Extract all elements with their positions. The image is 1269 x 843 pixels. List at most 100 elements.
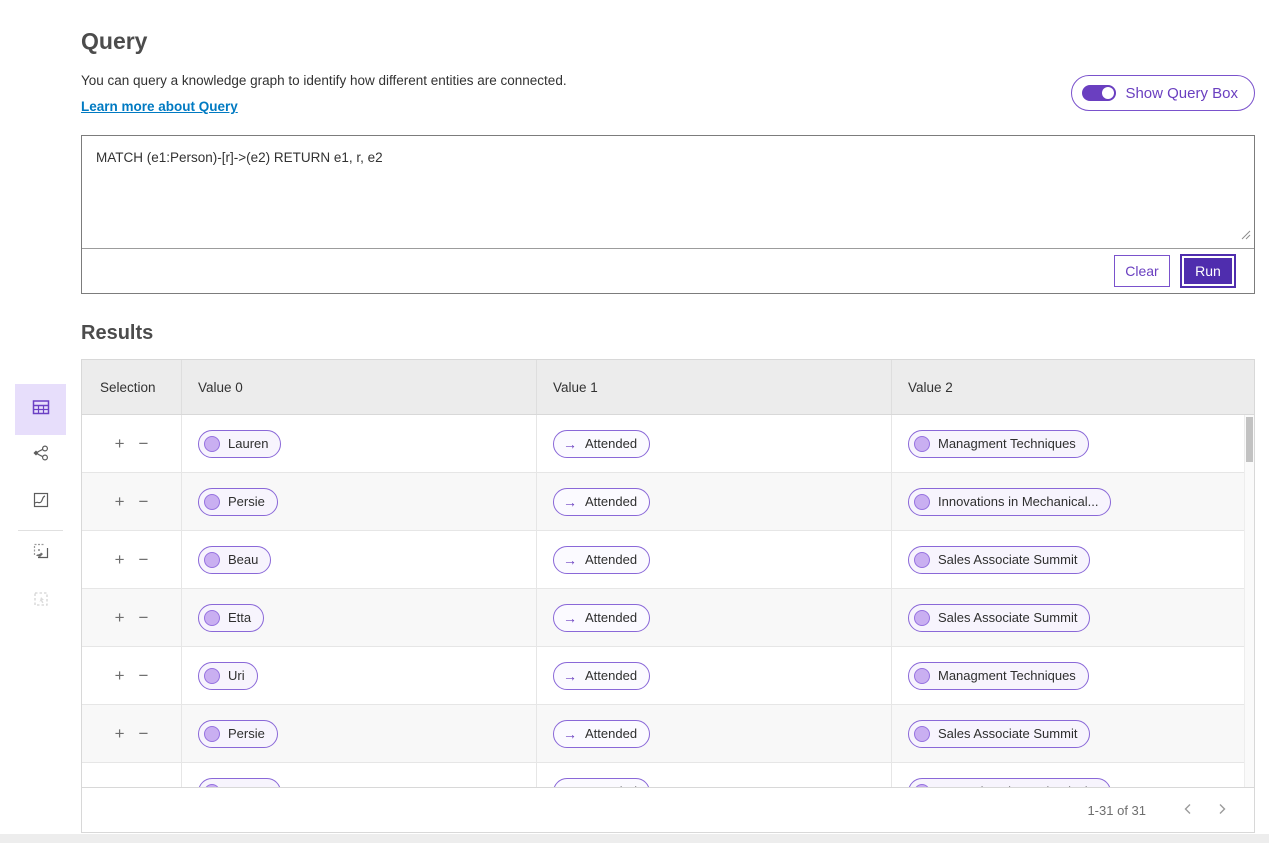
value2-cell: Sales Associate Summit [891,705,1254,762]
remove-from-selection-button[interactable]: − [139,783,149,787]
add-to-selection-button[interactable]: + [115,725,125,742]
page-bottom-scrollbar[interactable] [0,834,1269,843]
table-row: + − Etta → Attended Sales Associate Summ… [82,589,1254,647]
entity-node-icon [914,493,930,510]
entity-node-icon [204,551,220,568]
table-row: + − Persie → Attended Innovations in Mec… [82,473,1254,531]
table-view-icon [31,397,51,422]
entity-chip[interactable]: Innovations in Mechanical... [908,487,1112,516]
link-chart-view-button[interactable] [15,430,66,480]
remove-from-selection-button[interactable]: − [139,435,149,452]
entity-chip[interactable]: Uri [198,661,258,690]
selection-cell: + − [82,473,181,530]
add-to-selection-button[interactable]: + [115,667,125,684]
next-page-button[interactable] [1214,802,1230,818]
relationship-label: Attended [585,436,638,451]
entity-chip[interactable]: Lauren [198,777,282,787]
add-to-selection-button[interactable]: + [115,609,125,626]
relationship-arrow-icon: → [563,493,577,510]
run-button[interactable]: Run [1182,256,1234,286]
remove-from-selection-button[interactable]: − [139,609,149,626]
value0-cell: Etta [181,589,536,646]
entity-node-icon [914,609,930,626]
value2-cell: Innovations in Mechanical... [891,473,1254,530]
table-row: + − Beau → Attended Sales Associate Summ… [82,531,1254,589]
entity-chip[interactable]: Persie [198,487,278,516]
column-header-selection: Selection [100,379,156,395]
entity-chip[interactable]: Persie [198,719,278,748]
value0-cell: Uri [181,647,536,704]
new-map-button[interactable] [15,528,66,578]
prev-page-button[interactable] [1180,802,1196,818]
value0-cell: Beau [181,531,536,588]
entity-node-icon [914,725,930,742]
table-row: + − Persie → Attended Sales Associate Su… [82,705,1254,763]
query-box: MATCH (e1:Person)-[r]->(e2) RETURN e1, r… [81,135,1255,294]
results-title: Results [81,322,154,344]
scrollbar-thumb[interactable] [1246,417,1253,462]
entity-node-icon [204,609,220,626]
entity-node-icon [204,783,220,787]
entity-chip[interactable]: Managment Techniques [908,429,1089,458]
remove-from-selection-button[interactable]: − [139,551,149,568]
results-table: Selection Value 0 Value 1 Value 2 + − La… [81,359,1255,833]
entity-chip[interactable]: Managment Techniques [908,661,1089,690]
value2-cell: Sales Associate Summit [891,589,1254,646]
value0-cell: Lauren [181,763,536,787]
entity-chip[interactable]: Lauren [198,429,282,458]
entity-node-icon [914,783,930,787]
entity-chip[interactable]: Etta [198,603,265,632]
value1-cell: → Attended [536,531,891,588]
table-row: + − Uri → Attended Managment Techniques [82,647,1254,705]
relationship-chip[interactable]: → Attended [553,777,651,787]
entity-node-icon [204,667,220,684]
entity-node-icon [914,667,930,684]
add-to-selection-button[interactable]: + [115,783,125,787]
entity-label: Persie [228,726,265,741]
entity-chip[interactable]: Sales Associate Summit [908,603,1091,632]
learn-more-link[interactable]: Learn more about Query [81,99,238,114]
relationship-chip[interactable]: → Attended [553,719,651,748]
selection-cell: + − [82,531,181,588]
view-rail [0,0,81,843]
query-input[interactable]: MATCH (e1:Person)-[r]->(e2) RETURN e1, r… [82,136,1254,249]
selection-tool-icon [32,590,50,613]
map-view-button[interactable] [15,477,66,527]
entity-chip[interactable]: Sales Associate Summit [908,545,1091,574]
value1-cell: → Attended [536,763,891,787]
entity-node-icon [914,551,930,568]
add-to-selection-button[interactable]: + [115,551,125,568]
value1-cell: → Attended [536,415,891,472]
relationship-label: Attended [585,610,638,625]
relationship-chip[interactable]: → Attended [553,603,651,632]
entity-chip[interactable]: Sales Associate Summit [908,719,1091,748]
relationship-label: Attended [585,494,638,509]
relationship-chip[interactable]: → Attended [553,545,651,574]
resize-handle-icon[interactable] [1239,227,1251,245]
relationship-label: Attended [585,552,638,567]
relationship-chip[interactable]: → Attended [553,661,651,690]
remove-from-selection-button[interactable]: − [139,493,149,510]
chevron-left-icon [1181,802,1195,819]
add-to-selection-button[interactable]: + [115,435,125,452]
entity-node-icon [914,435,930,452]
entity-label: Managment Techniques [938,436,1076,451]
entity-label: Innovations in Mechanical... [938,784,1098,787]
show-query-box-toggle[interactable]: Show Query Box [1071,75,1255,111]
entity-chip[interactable]: Beau [198,545,272,574]
table-row: + − Lauren → Attended Managment Techniqu… [82,415,1254,473]
query-actions: Clear Run [82,249,1254,293]
value2-cell: Managment Techniques [891,415,1254,472]
value2-cell: Sales Associate Summit [891,531,1254,588]
remove-from-selection-button[interactable]: − [139,725,149,742]
toggle-label: Show Query Box [1125,84,1238,102]
table-body-rows: + − Lauren → Attended Managment Techniqu… [82,415,1254,787]
clear-button[interactable]: Clear [1114,255,1170,287]
remove-from-selection-button[interactable]: − [139,667,149,684]
relationship-chip[interactable]: → Attended [553,429,651,458]
add-to-selection-button[interactable]: + [115,493,125,510]
table-view-button[interactable] [15,384,66,435]
table-scrollbar[interactable] [1244,415,1254,787]
relationship-chip[interactable]: → Attended [553,487,651,516]
entity-chip[interactable]: Innovations in Mechanical... [908,777,1112,787]
